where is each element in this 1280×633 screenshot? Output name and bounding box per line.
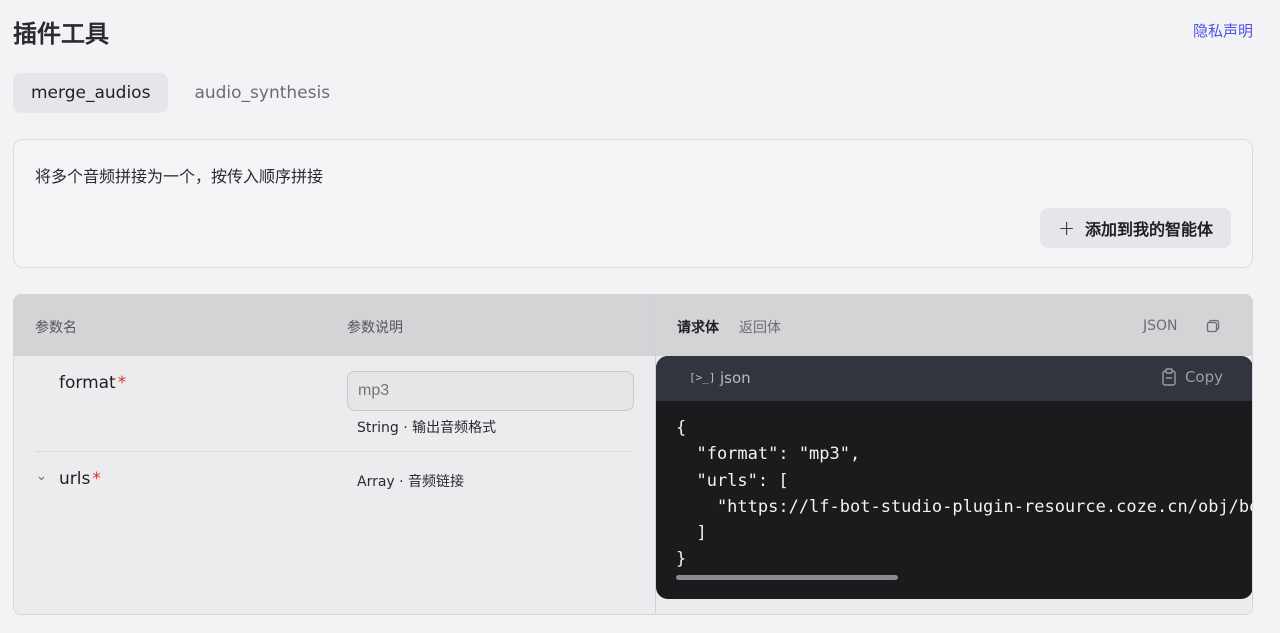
copy-icon[interactable] (1206, 319, 1220, 333)
params-header: 参数名 参数说明 请求体 返回体 JSON (14, 295, 1252, 356)
required-mark: * (117, 373, 127, 393)
code-content: { "format": "mp3", "urls": [ "https://lf… (676, 418, 1252, 570)
tab-request-body[interactable]: 请求体 (677, 317, 719, 337)
param-name-urls: urls * (59, 469, 101, 489)
param-row: ⌄ urls * Array · 音频链接 (14, 453, 655, 513)
horizontal-scrollbar[interactable] (676, 575, 898, 580)
required-mark: * (92, 469, 101, 489)
json-toggle[interactable]: JSON (1143, 318, 1178, 334)
col-param-name: 参数名 (35, 320, 77, 336)
code-language: json (720, 369, 751, 387)
page-title: 插件工具 (13, 20, 109, 48)
param-name-format: format * (59, 373, 127, 393)
format-input[interactable] (347, 371, 634, 411)
param-desc-urls: Array · 音频链接 (357, 474, 465, 490)
plugin-tool-page: 插件工具 隐私声明 merge_audios audio_synthesis 将… (0, 0, 1280, 633)
tab-response-body[interactable]: 返回体 (739, 317, 781, 337)
chevron-down-icon[interactable]: ⌄ (36, 469, 47, 484)
tool-description: 将多个音频拼接为一个，按传入顺序拼接 (35, 167, 324, 186)
code-block: [>_] json Copy { "format": "mp3", "urls"… (656, 356, 1252, 599)
code-header: [>_] json Copy (656, 356, 1252, 401)
row-divider (35, 451, 634, 452)
param-row: format* String · 输出音频格式 (14, 357, 655, 452)
col-param-desc: 参数说明 (347, 320, 403, 336)
privacy-link[interactable]: 隐私声明 (1193, 20, 1253, 41)
terminal-icon: [>_] (689, 371, 716, 384)
body-tabs: 请求体 返回体 (677, 317, 781, 337)
tool-tabs: merge_audios audio_synthesis (13, 73, 348, 113)
clipboard-icon (1162, 368, 1176, 386)
copy-code-button[interactable]: Copy (1161, 368, 1223, 386)
plus-icon: + (1058, 216, 1075, 240)
tab-merge-audios[interactable]: merge_audios (13, 73, 169, 113)
param-desc-format: String · 输出音频格式 (357, 420, 497, 436)
add-to-agent-label: 添加到我的智能体 (1084, 220, 1213, 239)
description-card: 将多个音频拼接为一个，按传入顺序拼接 + 添加到我的智能体 (13, 139, 1253, 268)
copy-label: Copy (1184, 368, 1223, 386)
add-to-agent-button[interactable]: + 添加到我的智能体 (1040, 208, 1231, 248)
tab-audio-synthesis[interactable]: audio_synthesis (176, 73, 348, 113)
params-panel: 参数名 参数说明 请求体 返回体 JSON format* String · 输… (13, 294, 1253, 615)
